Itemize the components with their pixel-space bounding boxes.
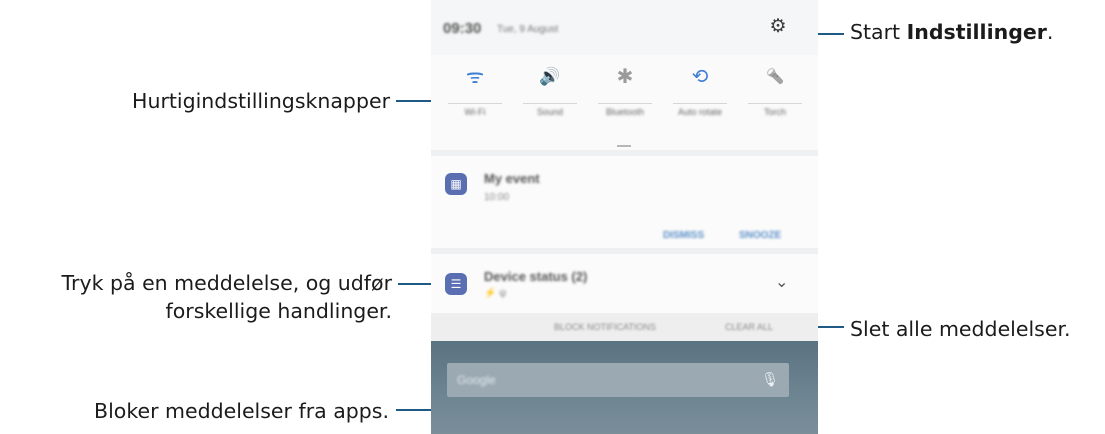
callout-settings-suffix: . (1046, 20, 1054, 44)
quick-setting-label: Bluetooth (605, 107, 645, 117)
mic-icon[interactable]: 🎙 (761, 371, 779, 388)
quick-setting-auto-rotate[interactable]: ⟲ Auto rotate (665, 59, 735, 145)
notification-card[interactable]: ☰ Device status (2) ⚡ ψ ⌄ (431, 254, 818, 313)
notification-title: My event (484, 171, 540, 186)
notification-actions-bar: BLOCK NOTIFICATIONS CLEAR ALL (431, 313, 818, 341)
callout-tap-notification-line1: Tryk på en meddelelse, og udfør (61, 271, 392, 295)
torch-icon: 🔦 (765, 68, 785, 85)
panel-drag-handle[interactable] (617, 145, 631, 147)
quick-setting-sound[interactable]: 🔊 Sound (515, 59, 585, 145)
quick-setting-label: Wi-Fi (464, 107, 486, 117)
callout-settings: Start Indstillinger. (850, 19, 1053, 45)
status-bar: 09:30 Tue, 9 August ⚙ (431, 0, 818, 55)
callout-block: Bloker meddelelser fra apps. (94, 399, 389, 423)
callout-settings-bold: Indstillinger (906, 20, 1047, 44)
callout-tap-notification-line2: forskellige handlinger. (165, 299, 392, 323)
wifi-icon: ᯤ (465, 66, 485, 88)
snooze-button[interactable]: SNOOZE (739, 230, 781, 241)
block-notifications-button[interactable]: BLOCK NOTIFICATIONS (554, 322, 656, 332)
quick-settings-panel: ᯤ Wi-Fi 🔊 Sound ✱ Bluetooth ⟲ Auto rotat… (431, 55, 818, 150)
quick-setting-label: Torch (763, 107, 786, 117)
calendar-icon: ▦ (445, 173, 467, 195)
list-icon: ☰ (445, 273, 467, 295)
callout-settings-prefix: Start (850, 20, 907, 44)
notification-panel: 09:30 Tue, 9 August ⚙ ᯤ Wi-Fi 🔊 Sound ✱ … (431, 0, 818, 434)
quick-setting-wifi[interactable]: ᯤ Wi-Fi (440, 59, 510, 145)
bluetooth-icon: ✱ (616, 66, 634, 88)
quick-setting-divider (448, 103, 502, 104)
status-time: 09:30 (443, 20, 482, 37)
quick-setting-divider (598, 103, 652, 104)
quick-setting-label: Sound (536, 107, 564, 117)
sound-icon: 🔊 (539, 67, 561, 86)
dismiss-button[interactable]: DISMISS (663, 230, 704, 241)
auto-rotate-icon: ⟲ (691, 66, 709, 88)
google-search-bar[interactable]: Google 🎙 (447, 363, 789, 397)
callout-clear-all: Slet alle meddelelser. (850, 317, 1071, 341)
clear-all-button[interactable]: CLEAR ALL (725, 322, 773, 332)
notification-subtitle: 10:00 (484, 192, 510, 203)
gear-icon[interactable]: ⚙ (769, 17, 787, 36)
status-date: Tue, 9 August (497, 24, 559, 35)
quick-setting-divider (523, 103, 577, 104)
quick-setting-torch[interactable]: 🔦 Torch (740, 59, 810, 145)
notification-title: Device status (2) (484, 269, 588, 284)
notification-card[interactable]: ▦ My event 10:00 DISMISS SNOOZE (431, 156, 818, 248)
notification-subtitle: ⚡ ψ (484, 288, 507, 299)
quick-setting-divider (673, 103, 727, 104)
home-wallpaper: Google 🎙 (431, 341, 818, 434)
callout-quick-settings: Hurtigindstillingsknapper (132, 89, 390, 113)
leader-line-quick-settings (396, 100, 434, 102)
chevron-down-icon[interactable]: ⌄ (775, 272, 788, 292)
quick-setting-divider (748, 103, 802, 104)
search-placeholder: Google (457, 373, 496, 387)
quick-setting-bluetooth[interactable]: ✱ Bluetooth (590, 59, 660, 145)
quick-setting-label: Auto rotate (677, 107, 723, 117)
